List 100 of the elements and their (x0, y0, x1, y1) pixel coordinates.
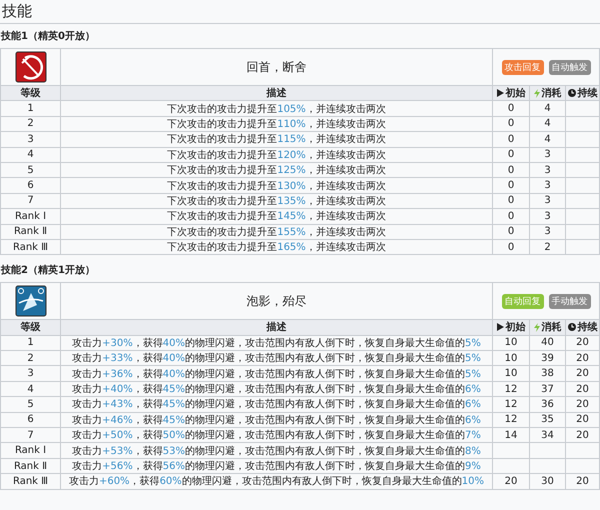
section-heading: 技能1（精英0开放） (0, 30, 96, 44)
table-cell: 0 (493, 132, 530, 148)
clock-icon (568, 89, 576, 98)
table-cell: 0 (493, 178, 530, 194)
table-cell: 6 (1, 178, 61, 194)
description-text: 下次攻击的攻击力提升至125%，并连续攻击两次 (167, 164, 386, 178)
section-heading: 技能2（精英1开放） (0, 264, 96, 278)
table-cell: 30 (530, 474, 566, 490)
table-cell: 5 (1, 162, 61, 178)
skill-name: 泡影，殆尽 (246, 292, 306, 310)
table-cell: 20 (566, 366, 600, 382)
table-cell: 2 (1, 351, 61, 366)
column-header: 初始 (506, 86, 526, 100)
description-text: 攻击力+46%，获得45%的物理闪避，攻击范围内有敌人倒下时，恢复自身最大生命值的6% (72, 414, 481, 427)
table-cell: 0 (493, 162, 530, 178)
table-cell: 3 (530, 194, 566, 210)
table-cell: Rank Ⅲ (1, 240, 61, 256)
description-text: 攻击力+50%，获得50%的物理闪避，攻击范围内有敌人倒下时，恢复自身最大生命值的7% (72, 428, 481, 442)
skill-tag: 自动回复 (502, 294, 544, 309)
table-cell: 4 (1, 148, 61, 163)
table-cell: 6 (1, 412, 61, 428)
description-text: 攻击力+60%，获得60%的物理闪避，攻击范围内有敌人倒下时，恢复自身最大生命值的10% (68, 474, 484, 488)
table-cell: Rank Ⅱ (1, 224, 61, 240)
table-cell: Rank Ⅱ (1, 458, 61, 474)
table-cell: 5 (1, 397, 61, 413)
description-text: 攻击力+56%，获得56%的物理闪避，攻击范围内有敌人倒下时，恢复自身最大生命值的9% (72, 460, 481, 473)
column-header: 消耗 (542, 86, 562, 100)
column-header: 初始 (506, 320, 526, 334)
description-text: 下次攻击的攻击力提升至130%，并连续攻击两次 (167, 180, 386, 193)
table-cell: 0 (493, 116, 530, 132)
table-cell: 0 (493, 194, 530, 210)
table-cell: 34 (530, 428, 566, 444)
table-cell: 20 (566, 412, 600, 428)
table-cell: 20 (566, 351, 600, 366)
table-cell: 3 (1, 366, 61, 382)
description-text: 下次攻击的攻击力提升至115%，并连续攻击两次 (167, 132, 386, 146)
table-cell: Rank Ⅰ (1, 443, 61, 459)
table-cell: 20 (566, 428, 600, 444)
lightning-icon (534, 88, 540, 98)
description-text: 下次攻击的攻击力提升至110%，并连续攻击两次 (167, 118, 386, 131)
column-header: 持续 (578, 86, 598, 100)
table-cell: 4 (530, 132, 566, 148)
table-cell: 0 (493, 148, 530, 163)
table-cell: 10 (493, 336, 530, 352)
table-cell: Rank Ⅲ (1, 474, 61, 490)
description-text: 攻击力+30%，获得40%的物理闪避，攻击范围内有敌人倒下时，恢复自身最大生命值的5% (72, 336, 481, 350)
description-text: 攻击力+53%，获得53%的物理闪避，攻击范围内有敌人倒下时，恢复自身最大生命值的8% (72, 444, 481, 458)
description-text: 下次攻击的攻击力提升至105%，并连续攻击两次 (167, 102, 386, 116)
table-cell: 20 (566, 474, 600, 490)
description-text: 下次攻击的攻击力提升至165%，并连续攻击两次 (167, 240, 386, 254)
lightning-icon (534, 322, 540, 332)
table-cell: 3 (530, 178, 566, 194)
skill-tag: 攻击回复 (502, 60, 544, 74)
table-cell: 0 (493, 209, 530, 225)
skill-tag: 手动触发 (548, 294, 590, 309)
table-cell: 20 (566, 336, 600, 352)
table-cell: 3 (530, 224, 566, 240)
table-cell: 3 (530, 209, 566, 225)
table-cell: 20 (566, 382, 600, 398)
table-cell: 2 (1, 116, 61, 132)
table-cell: 4 (530, 116, 566, 132)
table-cell: 3 (1, 132, 61, 148)
table-cell: 1 (1, 101, 61, 117)
table-cell: 35 (530, 412, 566, 428)
table-cell: 0 (493, 101, 530, 117)
table-cell: 40 (530, 336, 566, 352)
skill-tag: 自动触发 (548, 60, 590, 74)
table-cell: 12 (493, 397, 530, 413)
table-cell: 36 (530, 397, 566, 413)
table-cell: 4 (1, 382, 61, 398)
play-icon (496, 323, 504, 332)
column-header: 描述 (61, 320, 493, 336)
table-cell: 7 (1, 428, 61, 444)
description-text: 下次攻击的攻击力提升至145%，并连续攻击两次 (167, 210, 386, 224)
skill-name: 回首，断舍 (246, 58, 306, 76)
table-cell: 10 (493, 366, 530, 382)
table-cell: 7 (1, 194, 61, 210)
play-icon (496, 89, 504, 98)
description-text: 下次攻击的攻击力提升至155%，并连续攻击两次 (167, 226, 386, 239)
table-cell: 20 (566, 397, 600, 413)
table-cell: 3 (530, 162, 566, 178)
table-cell: 20 (493, 474, 530, 490)
table-cell: 38 (530, 366, 566, 382)
table-cell: Rank Ⅰ (1, 209, 61, 225)
column-header: 描述 (61, 86, 493, 102)
column-header: 持续 (578, 320, 598, 334)
description-text: 攻击力+40%，获得45%的物理闪避，攻击范围内有敌人倒下时，恢复自身最大生命值的6% (72, 382, 481, 396)
table-cell: 1 (1, 336, 61, 352)
table-cell: 0 (493, 240, 530, 256)
table-cell: 12 (493, 382, 530, 398)
table-cell: 12 (493, 412, 530, 428)
page-title: 技能 (0, 0, 600, 24)
table-cell: 2 (530, 240, 566, 256)
table-cell: 37 (530, 382, 566, 398)
table-cell: 0 (493, 224, 530, 240)
column-header: 等级 (1, 86, 61, 102)
description-text: 攻击力+36%，获得40%的物理闪避，攻击范围内有敌人倒下时，恢复自身最大生命值的5% (72, 368, 481, 381)
table-cell: 3 (530, 148, 566, 163)
clock-icon (568, 323, 576, 332)
description-text: 下次攻击的攻击力提升至120%，并连续攻击两次 (167, 148, 386, 162)
